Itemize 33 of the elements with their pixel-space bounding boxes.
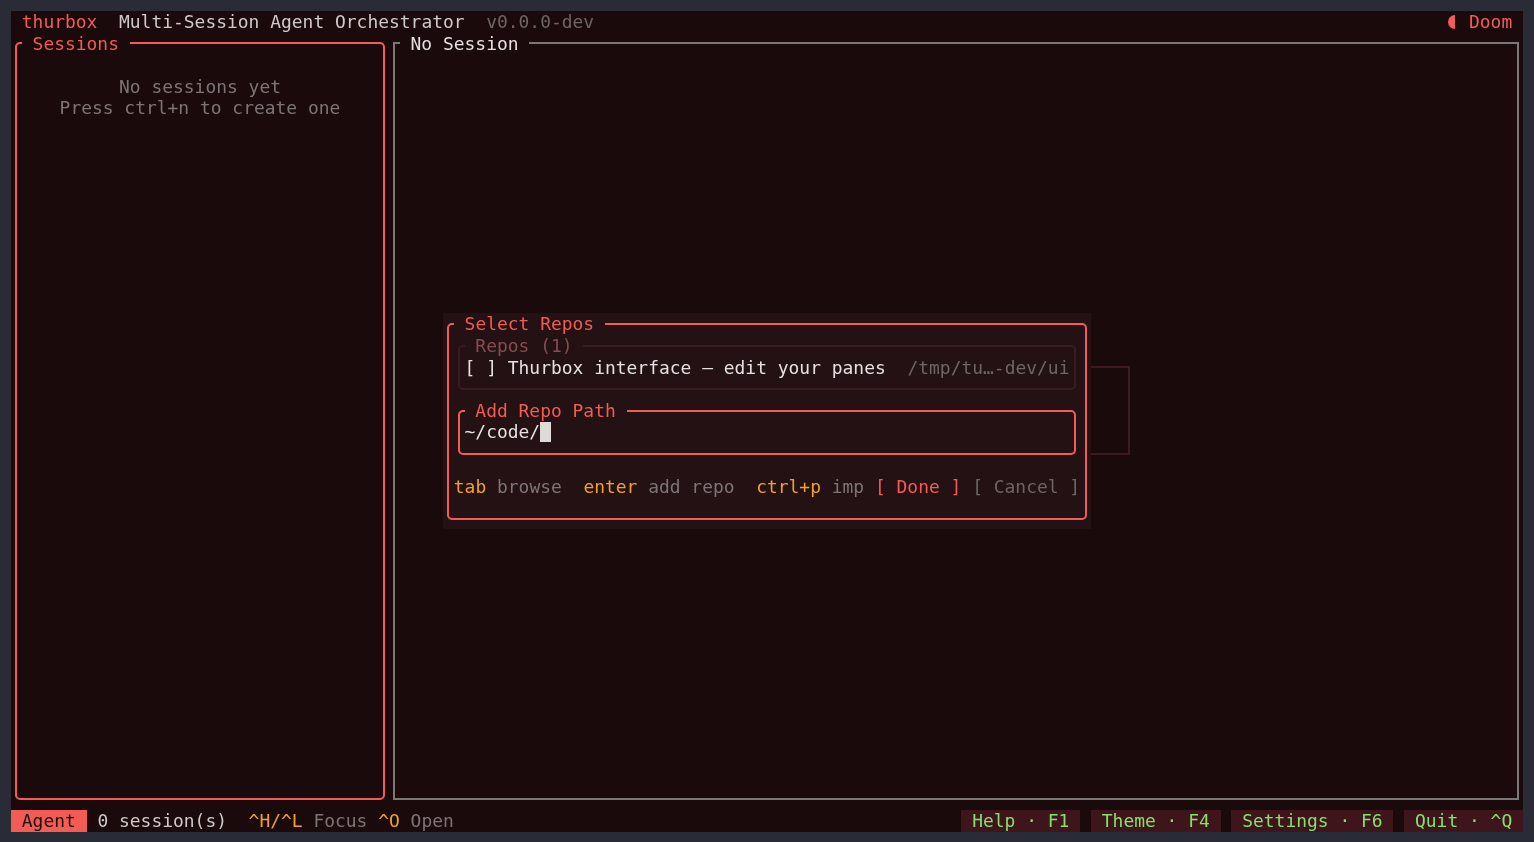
hint-label: imp: [831, 476, 865, 498]
app-name: thurbox: [21, 11, 98, 33]
path-input-field[interactable]: Add Repo Path ~/code/: [458, 399, 1076, 455]
dialog-button[interactable]: [ Done ]: [874, 476, 962, 498]
hint-label: add repo: [648, 476, 735, 498]
mode-badge: Agent: [11, 810, 87, 832]
shortcut-button[interactable]: Quit · ^Q: [1404, 810, 1523, 832]
field-label: Add Repo Path: [475, 399, 616, 422]
version-label: v0.0.0-dev: [486, 11, 595, 33]
session-count: 0 session(s): [97, 810, 227, 832]
empty-state-text: No sessions yet: [119, 75, 281, 98]
hint-label: Open: [410, 810, 454, 832]
repo-path: /tmp/tu…-dev/ui: [907, 356, 1070, 379]
key-hint: enter: [583, 476, 638, 498]
hint-label: Focus: [313, 810, 368, 832]
empty-state-text: Press ctrl+n to create one: [59, 97, 341, 119]
shortcut-button[interactable]: Theme · F4: [1091, 810, 1221, 832]
key-hint: ^H/^L: [248, 810, 303, 832]
shortcut-button[interactable]: Help · F1: [961, 810, 1081, 832]
checkbox[interactable]: [ ]: [464, 356, 497, 379]
shortcut-button[interactable]: Settings · F6: [1231, 810, 1394, 832]
hint-label: browse: [497, 476, 562, 498]
key-hint: tab: [453, 476, 487, 498]
key-hint: ctrl+p: [756, 476, 821, 498]
dialog-title: Select Repos: [464, 313, 595, 335]
key-hint: ^O: [378, 810, 400, 832]
app-title: Multi-Session Agent Orchestrator: [119, 11, 465, 33]
panel-title: Sessions: [32, 32, 119, 55]
text-cursor-icon: [540, 422, 551, 443]
theme-name: Doom: [1469, 11, 1513, 33]
panel-title: No Session: [410, 32, 519, 55]
list-title: Repos (1): [475, 335, 573, 357]
repo-name: Thurbox interface — edit your panes: [507, 356, 886, 379]
